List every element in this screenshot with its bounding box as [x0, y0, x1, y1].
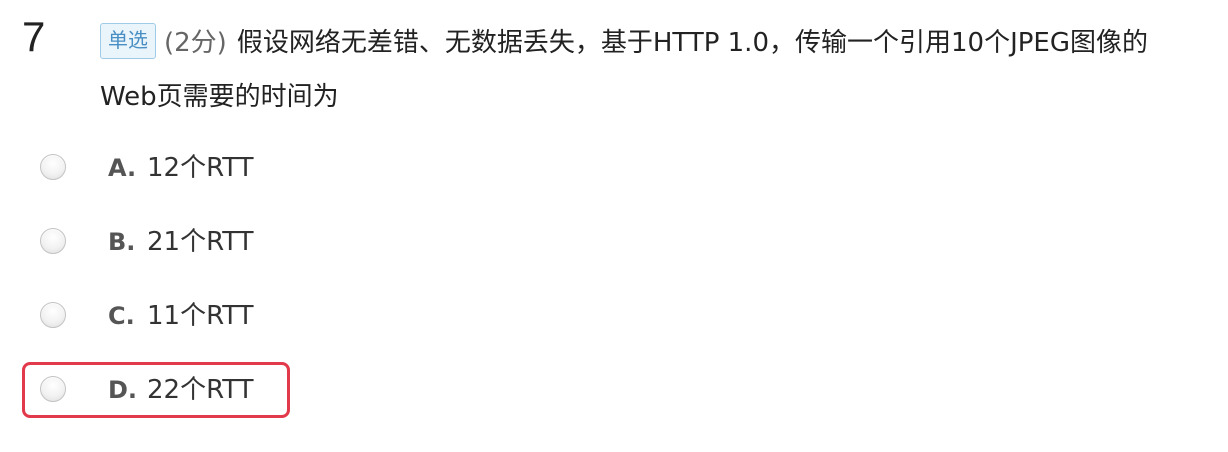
option-d-radio[interactable] — [40, 376, 66, 402]
option-c[interactable]: C. 11个RTT — [22, 288, 290, 344]
question-text: 假设网络无差错、无数据丢失，基于HTTP 1.0，传输一个引用10个JPEG图像… — [100, 28, 1148, 112]
option-a-text: 12个RTT — [147, 153, 254, 183]
option-c-radio[interactable] — [40, 302, 66, 328]
question-type-badge: 单选 — [100, 23, 156, 59]
question-number: 7 — [22, 13, 46, 60]
question-score: (2分) — [164, 28, 227, 58]
options-list: A. 12个RTT B. 21个RTT C. 11个RTT D. 22个RTT — [22, 140, 622, 436]
option-a[interactable]: A. 12个RTT — [22, 140, 290, 196]
option-b-text: 21个RTT — [147, 227, 254, 257]
option-b-radio[interactable] — [40, 228, 66, 254]
question-card: 7 单选 (2分) 假设网络无差错、无数据丢失，基于HTTP 1.0，传输一个引用1… — [0, 0, 1228, 452]
option-c-letter: C. — [108, 302, 135, 330]
option-d-text: 22个RTT — [147, 375, 254, 405]
option-a-letter: A. — [108, 154, 137, 182]
option-b[interactable]: B. 21个RTT — [22, 214, 290, 270]
option-b-letter: B. — [108, 228, 136, 256]
question-header: 单选 (2分) 假设网络无差错、无数据丢失，基于HTTP 1.0，传输一个引用10个… — [100, 16, 1200, 124]
option-d-letter: D. — [108, 376, 138, 404]
option-a-radio[interactable] — [40, 154, 66, 180]
option-c-text: 11个RTT — [147, 301, 254, 331]
option-d[interactable]: D. 22个RTT — [22, 362, 290, 418]
